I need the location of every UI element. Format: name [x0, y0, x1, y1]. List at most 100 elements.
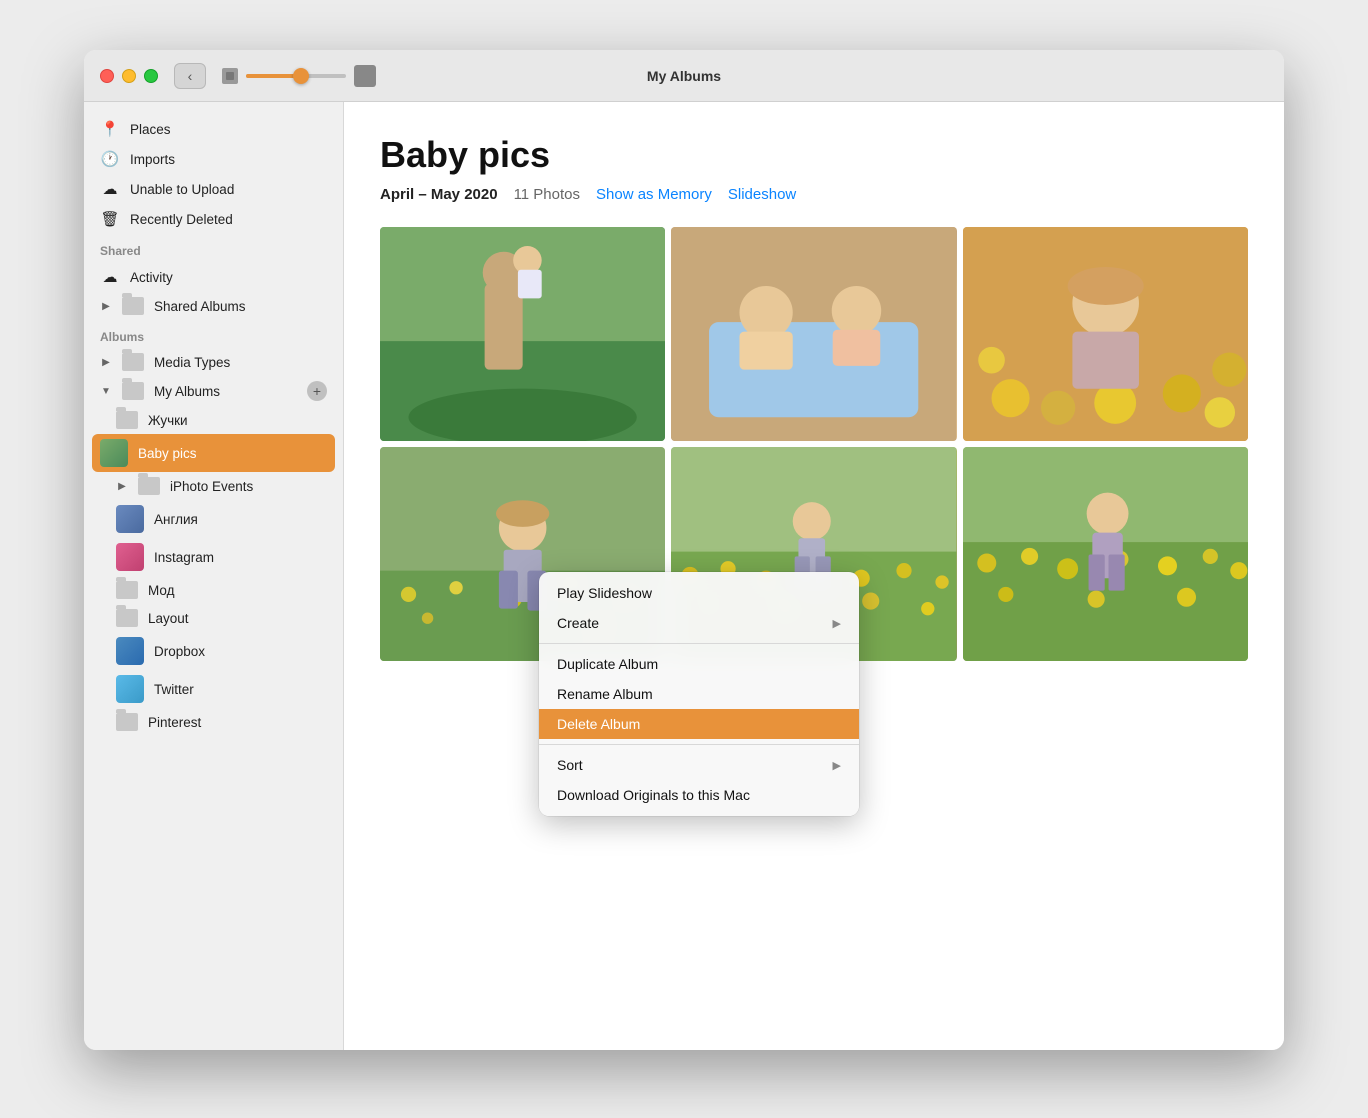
menu-item-label: Sort: [557, 757, 583, 773]
folder-icon: [122, 297, 144, 315]
sidebar-item-label: Instagram: [154, 550, 214, 565]
context-menu-delete-album[interactable]: Delete Album: [539, 709, 859, 739]
photo-cell[interactable]: [963, 227, 1248, 441]
context-menu-create[interactable]: Create ▶: [539, 608, 859, 638]
trash-icon: 🗑: [100, 209, 120, 229]
sidebar-item-label: Activity: [130, 270, 173, 285]
context-menu-download-originals[interactable]: Download Originals to this Mac: [539, 780, 859, 810]
minimize-button[interactable]: [122, 69, 136, 83]
sidebar-item-activity[interactable]: ☁ Activity: [84, 262, 343, 292]
photo-cell[interactable]: [380, 227, 665, 441]
album-thumbnail: [116, 505, 144, 533]
sidebar-item-label: Мод: [148, 583, 175, 598]
context-menu-rename-album[interactable]: Rename Album: [539, 679, 859, 709]
context-menu: Play Slideshow Create ▶ Duplicate Album …: [539, 572, 859, 816]
sidebar-item-recently-deleted[interactable]: 🗑 Recently Deleted: [84, 204, 343, 234]
sidebar-item-label: My Albums: [154, 384, 220, 399]
menu-item-label: Duplicate Album: [557, 656, 658, 672]
size-large-icon: [354, 65, 376, 87]
back-button[interactable]: ‹: [174, 63, 206, 89]
photo-area: Baby pics April – May 2020 11 Photos Sho…: [344, 102, 1284, 1050]
sidebar-item-iphoto-events[interactable]: ▶ iPhoto Events: [84, 472, 343, 500]
add-album-button[interactable]: +: [307, 381, 327, 401]
folder-icon: [116, 581, 138, 599]
imports-icon: 🕐: [100, 149, 120, 169]
sidebar-item-label: Англия: [154, 512, 198, 527]
titlebar: ‹ My Albums: [84, 50, 1284, 102]
menu-item-label: Download Originals to this Mac: [557, 787, 750, 803]
album-thumbnail: [100, 439, 128, 467]
sidebar-item-label: Imports: [130, 152, 175, 167]
activity-icon: ☁: [100, 267, 120, 287]
sidebar-item-layout[interactable]: Layout: [84, 604, 343, 632]
sidebar-item-label: Shared Albums: [154, 299, 246, 314]
sidebar-item-label: Unable to Upload: [130, 182, 234, 197]
sidebar-item-instagram[interactable]: Instagram: [84, 538, 343, 576]
sidebar-item-unable-to-upload[interactable]: ☁ Unable to Upload: [84, 174, 343, 204]
show-as-memory-link[interactable]: Show as Memory: [596, 186, 712, 203]
context-menu-separator: [539, 643, 859, 644]
sidebar-item-mod[interactable]: Мод: [84, 576, 343, 604]
menu-item-label: Rename Album: [557, 686, 653, 702]
folder-icon: [116, 713, 138, 731]
sidebar-item-label: Layout: [148, 611, 189, 626]
size-small-icon: [222, 68, 238, 84]
submenu-arrow-icon: ▶: [833, 617, 841, 630]
expand-icon: ▼: [100, 385, 112, 397]
sidebar-item-twitter[interactable]: Twitter: [84, 670, 343, 708]
shared-section-label: Shared: [84, 234, 343, 262]
folder-icon: [138, 477, 160, 495]
menu-item-label: Create: [557, 615, 599, 631]
sidebar-item-media-types[interactable]: ▶ Media Types: [84, 348, 343, 376]
maximize-button[interactable]: [144, 69, 158, 83]
expand-icon: ▶: [116, 480, 128, 492]
size-slider-container: [222, 65, 376, 87]
submenu-arrow-icon: ▶: [833, 759, 841, 772]
expand-icon: ▶: [100, 356, 112, 368]
sidebar-item-zhuchki[interactable]: Жучки: [84, 406, 343, 434]
sidebar-item-places[interactable]: 📍 Places: [84, 114, 343, 144]
close-button[interactable]: [100, 69, 114, 83]
sidebar-item-my-albums[interactable]: ▼ My Albums +: [84, 376, 343, 406]
folder-icon: [116, 609, 138, 627]
album-thumbnail: [116, 675, 144, 703]
sidebar-item-label: Twitter: [154, 682, 194, 697]
sidebar-item-dropbox[interactable]: Dropbox: [84, 632, 343, 670]
context-menu-sort[interactable]: Sort ▶: [539, 750, 859, 780]
sidebar-item-label: iPhoto Events: [170, 479, 253, 494]
album-title: Baby pics: [380, 134, 1248, 176]
size-slider-track[interactable]: [246, 74, 346, 78]
folder-icon: [116, 411, 138, 429]
main-window: ‹ My Albums 📍 Places 🕐 Imports: [84, 50, 1284, 1050]
context-menu-separator: [539, 744, 859, 745]
album-thumbnail: [116, 637, 144, 665]
photo-cell[interactable]: [963, 447, 1248, 661]
sidebar-item-baby-pics[interactable]: Baby pics: [92, 434, 335, 472]
sidebar-item-label: Places: [130, 122, 171, 137]
sidebar-item-label: Media Types: [154, 355, 230, 370]
folder-icon: [122, 353, 144, 371]
main-content: 📍 Places 🕐 Imports ☁ Unable to Upload 🗑 …: [84, 102, 1284, 1050]
sidebar-item-shared-albums[interactable]: ▶ Shared Albums: [84, 292, 343, 320]
sidebar: 📍 Places 🕐 Imports ☁ Unable to Upload 🗑 …: [84, 102, 344, 1050]
sidebar-item-label: Dropbox: [154, 644, 205, 659]
sidebar-item-label: Baby pics: [138, 446, 197, 461]
sidebar-item-england[interactable]: Англия: [84, 500, 343, 538]
sidebar-item-imports[interactable]: 🕐 Imports: [84, 144, 343, 174]
traffic-lights: [100, 69, 158, 83]
folder-icon: [122, 382, 144, 400]
slider-thumb[interactable]: [293, 68, 309, 84]
album-thumbnail: [116, 543, 144, 571]
sidebar-item-label: Жучки: [148, 413, 188, 428]
sidebar-item-label: Recently Deleted: [130, 212, 233, 227]
context-menu-play-slideshow[interactable]: Play Slideshow: [539, 578, 859, 608]
sidebar-item-pinterest[interactable]: Pinterest: [84, 708, 343, 736]
album-count: 11 Photos: [514, 186, 580, 203]
cloud-icon: ☁: [100, 179, 120, 199]
album-date: April – May 2020: [380, 186, 498, 203]
photo-cell[interactable]: [671, 227, 956, 441]
menu-item-label: Delete Album: [557, 716, 640, 732]
slideshow-link[interactable]: Slideshow: [728, 186, 796, 203]
context-menu-duplicate-album[interactable]: Duplicate Album: [539, 649, 859, 679]
back-icon: ‹: [188, 68, 193, 84]
